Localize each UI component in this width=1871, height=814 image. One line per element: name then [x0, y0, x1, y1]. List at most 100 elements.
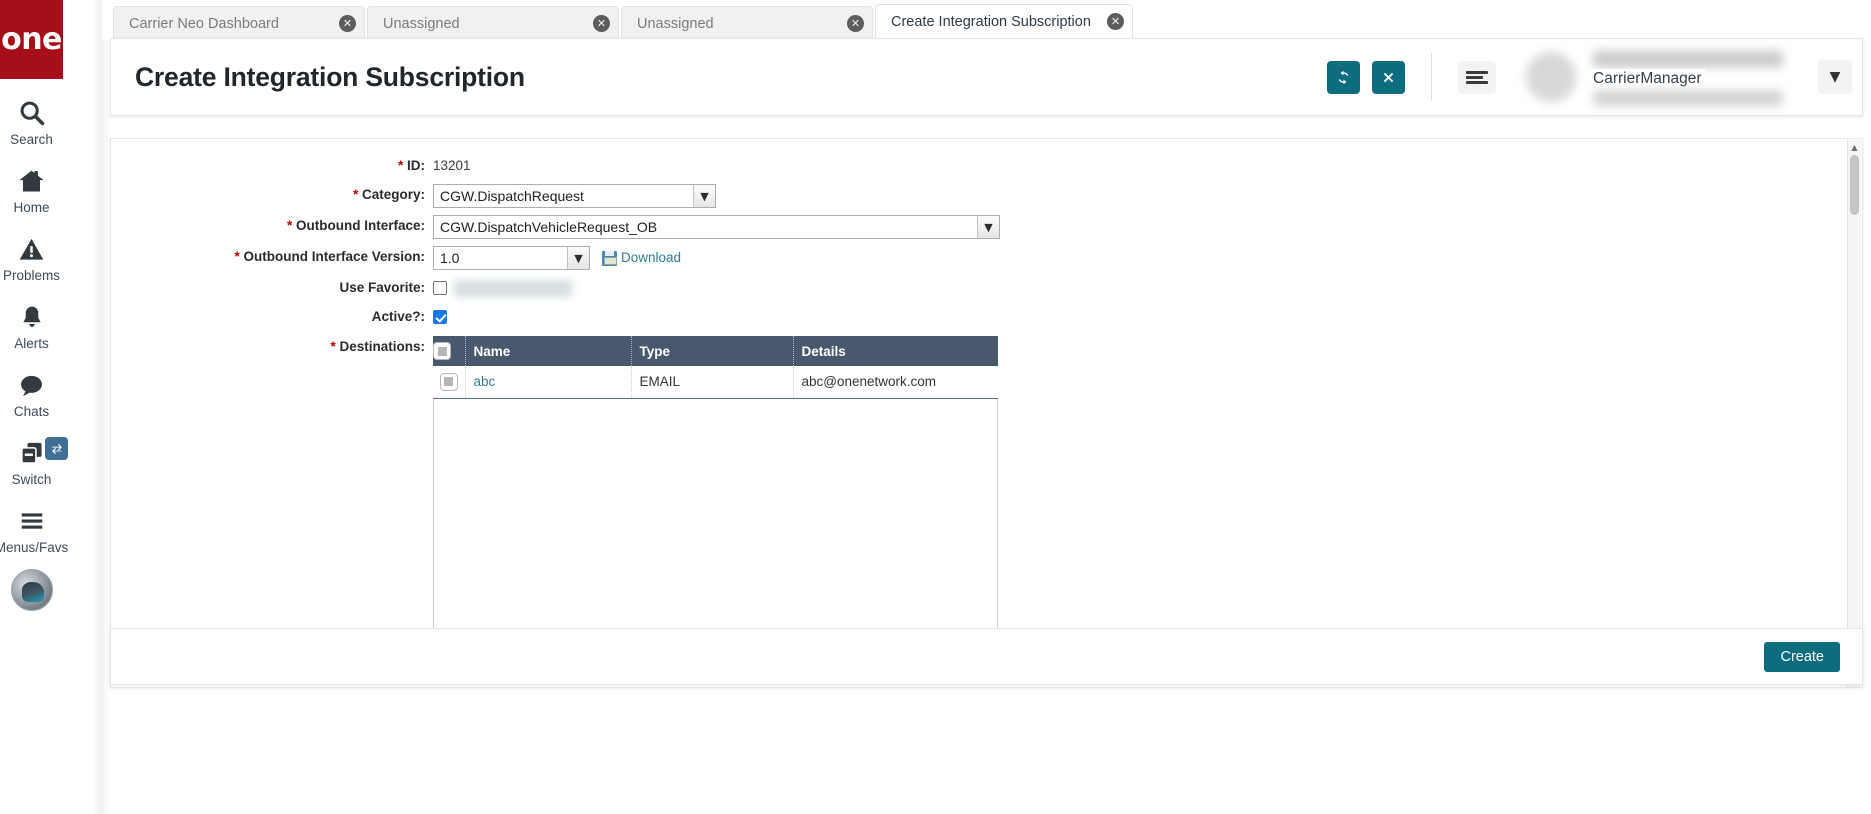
scroll-thumb[interactable]: [1850, 155, 1859, 215]
close-icon[interactable]: ✕: [593, 15, 610, 32]
field-label-active: Active?:: [111, 306, 433, 328]
tab-create-integration-subscription[interactable]: Create Integration Subscription ✕: [875, 4, 1133, 41]
select-all-checkbox[interactable]: [433, 342, 451, 360]
sidebar-item-menus-favs[interactable]: Menus/Favs: [0, 504, 68, 555]
field-label-category: * Category:: [111, 184, 433, 206]
chevron-down-icon[interactable]: ▼: [567, 247, 589, 269]
close-icon[interactable]: ✕: [1107, 13, 1124, 30]
chevron-down-icon[interactable]: ▼: [977, 216, 999, 238]
sidebar-label-search: Search: [10, 132, 53, 147]
user-role-redacted: [1593, 91, 1783, 105]
column-header-name[interactable]: Name: [465, 336, 632, 366]
field-row-use-favorite: Use Favorite:: [111, 277, 1862, 299]
destinations-table: Name Type Details abc EMAIL abc@onenetwo…: [433, 336, 998, 399]
chevron-down-icon[interactable]: ▼: [1818, 60, 1852, 94]
close-icon[interactable]: ✕: [847, 15, 864, 32]
label-text: Category:: [361, 187, 425, 202]
field-label-use-favorite: Use Favorite:: [111, 277, 433, 299]
form-scrollbar[interactable]: ▲ ▼: [1847, 140, 1861, 687]
sidebar-label-switch: Switch: [11, 472, 52, 487]
user-avatar: [1526, 52, 1576, 102]
column-header-type[interactable]: Type: [631, 336, 794, 366]
table-row[interactable]: abc EMAIL abc@onenetwork.com: [433, 366, 998, 399]
sidebar-item-chats[interactable]: Chats: [0, 368, 63, 419]
swap-arrows-icon[interactable]: [45, 437, 68, 460]
avatar[interactable]: [10, 569, 53, 611]
tab-unassigned-1[interactable]: Unassigned ✕: [367, 6, 619, 40]
label-text: Outbound Interface Version:: [243, 249, 425, 264]
cell-details: abc@onenetwork.com: [793, 366, 998, 399]
user-profile[interactable]: CarrierManager: [1526, 48, 1800, 106]
sidebar-item-home[interactable]: Home: [0, 164, 63, 215]
destinations-grid-container: Name Type Details abc EMAIL abc@onenetwo…: [433, 336, 998, 669]
required-asterisk: *: [352, 187, 359, 202]
sidebar-item-switch[interactable]: Switch: [0, 436, 68, 487]
tab-carrier-neo-dashboard[interactable]: Carrier Neo Dashboard ✕: [113, 6, 365, 40]
header-actions: CarrierManager ▼: [1327, 39, 1862, 115]
column-header-details[interactable]: Details: [793, 336, 998, 366]
category-select[interactable]: CGW.DispatchRequest ▼: [433, 184, 716, 208]
field-row-category: * Category: CGW.DispatchRequest ▼: [111, 184, 1862, 208]
row-checkbox[interactable]: [439, 372, 458, 391]
category-select-value: CGW.DispatchRequest: [440, 188, 584, 204]
brand-logo[interactable]: one: [0, 0, 63, 79]
required-asterisk: *: [286, 218, 293, 233]
outbound-interface-select-value: CGW.DispatchVehicleRequest_OB: [440, 219, 658, 235]
tab-unassigned-2[interactable]: Unassigned ✕: [621, 6, 873, 40]
download-link[interactable]: Download: [602, 246, 681, 270]
refresh-button[interactable]: [1327, 60, 1360, 94]
cell-type: EMAIL: [631, 366, 794, 399]
field-row-outbound-interface-version: * Outbound Interface Version: 1.0 ▼ Down…: [111, 246, 1862, 270]
sidebar-item-search[interactable]: Search: [0, 96, 63, 147]
tab-label: Carrier Neo Dashboard: [129, 15, 279, 32]
close-panel-button[interactable]: [1372, 60, 1405, 94]
label-text: Use Favorite:: [339, 280, 425, 295]
sidebar-item-problems[interactable]: Problems: [0, 232, 63, 283]
destination-name-link[interactable]: abc: [474, 374, 496, 389]
search-icon: [18, 96, 46, 130]
field-row-destinations: * Destinations: Name Type Details abc EM…: [111, 336, 1862, 669]
use-favorite-redacted-value: [454, 280, 572, 297]
save-floppy-icon: [602, 250, 617, 266]
use-favorite-checkbox[interactable]: [433, 281, 447, 295]
chevron-down-icon[interactable]: ▼: [693, 185, 715, 207]
label-text: Destinations:: [339, 339, 425, 354]
close-icon[interactable]: ✕: [339, 15, 356, 32]
user-org-redacted: [1593, 51, 1783, 67]
field-value-id: 13201: [433, 158, 471, 173]
sidebar-label-home: Home: [13, 200, 50, 215]
download-link-label: Download: [621, 250, 682, 265]
row-select-cell: [433, 366, 466, 399]
page-title: Create Integration Subscription: [135, 61, 525, 92]
refresh-icon: [1338, 70, 1349, 84]
outbound-interface-version-select[interactable]: 1.0 ▼: [433, 246, 590, 270]
table-header-row: Name Type Details: [433, 336, 998, 366]
hamburger-icon: [1466, 69, 1488, 86]
table-header: Name Type Details: [433, 336, 998, 366]
tab-bar: Carrier Neo Dashboard ✕ Unassigned ✕ Una…: [102, 0, 1871, 41]
menu-button[interactable]: [1458, 60, 1496, 94]
field-row-outbound-interface: * Outbound Interface: CGW.DispatchVehicl…: [111, 215, 1862, 239]
cell-name: abc: [465, 366, 632, 399]
tab-label: Create Integration Subscription: [891, 13, 1091, 30]
outbound-interface-select[interactable]: CGW.DispatchVehicleRequest_OB ▼: [433, 215, 1000, 239]
field-label-id: * ID:: [111, 155, 433, 177]
required-asterisk: *: [397, 158, 404, 173]
close-icon: [1383, 72, 1394, 82]
active-checkbox[interactable]: [433, 310, 447, 324]
required-asterisk: *: [234, 249, 240, 264]
user-name: CarrierManager: [1590, 69, 1705, 89]
label-text: Outbound Interface:: [296, 218, 425, 233]
form-content: * ID: 13201 * Category: CGW.DispatchRequ…: [111, 139, 1862, 687]
page-gutter: [92, 0, 110, 814]
field-label-outbound-interface-version: * Outbound Interface Version:: [111, 246, 433, 268]
scroll-up-icon[interactable]: ▲: [1848, 140, 1861, 154]
sidebar-item-alerts[interactable]: Alerts: [0, 300, 63, 351]
outbound-interface-version-select-value: 1.0: [440, 250, 460, 266]
field-row-id: * ID: 13201: [111, 155, 1862, 177]
tab-label: Unassigned: [383, 15, 460, 32]
header-divider: [1431, 53, 1432, 101]
sidebar-label-chats: Chats: [13, 404, 50, 419]
create-button[interactable]: Create: [1764, 641, 1840, 672]
footer-panel: Create: [110, 628, 1863, 685]
